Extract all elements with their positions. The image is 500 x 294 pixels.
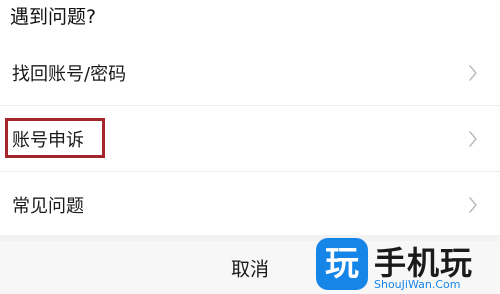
cancel-button[interactable]: 取消: [0, 241, 500, 294]
menu-item-recover-account[interactable]: 找回账号/密码: [0, 40, 500, 106]
menu-item-faq[interactable]: 常见问题: [0, 172, 500, 238]
menu-item-label: 账号申诉: [12, 130, 84, 151]
sheet-title: 遇到问题?: [10, 6, 97, 28]
cancel-label: 取消: [230, 258, 269, 280]
menu-item-account-appeal[interactable]: 账号申诉: [0, 106, 500, 172]
chevron-right-icon: [469, 131, 477, 147]
menu-item-label: 找回账号/密码: [12, 64, 127, 85]
problem-action-sheet: 遇到问题? 找回账号/密码 账号申诉 常见问题 取消 玩 手机玩 ShouJiW…: [0, 0, 500, 294]
chevron-right-icon: [469, 65, 477, 81]
menu-item-label: 常见问题: [12, 196, 84, 217]
chevron-right-icon: [469, 197, 477, 213]
